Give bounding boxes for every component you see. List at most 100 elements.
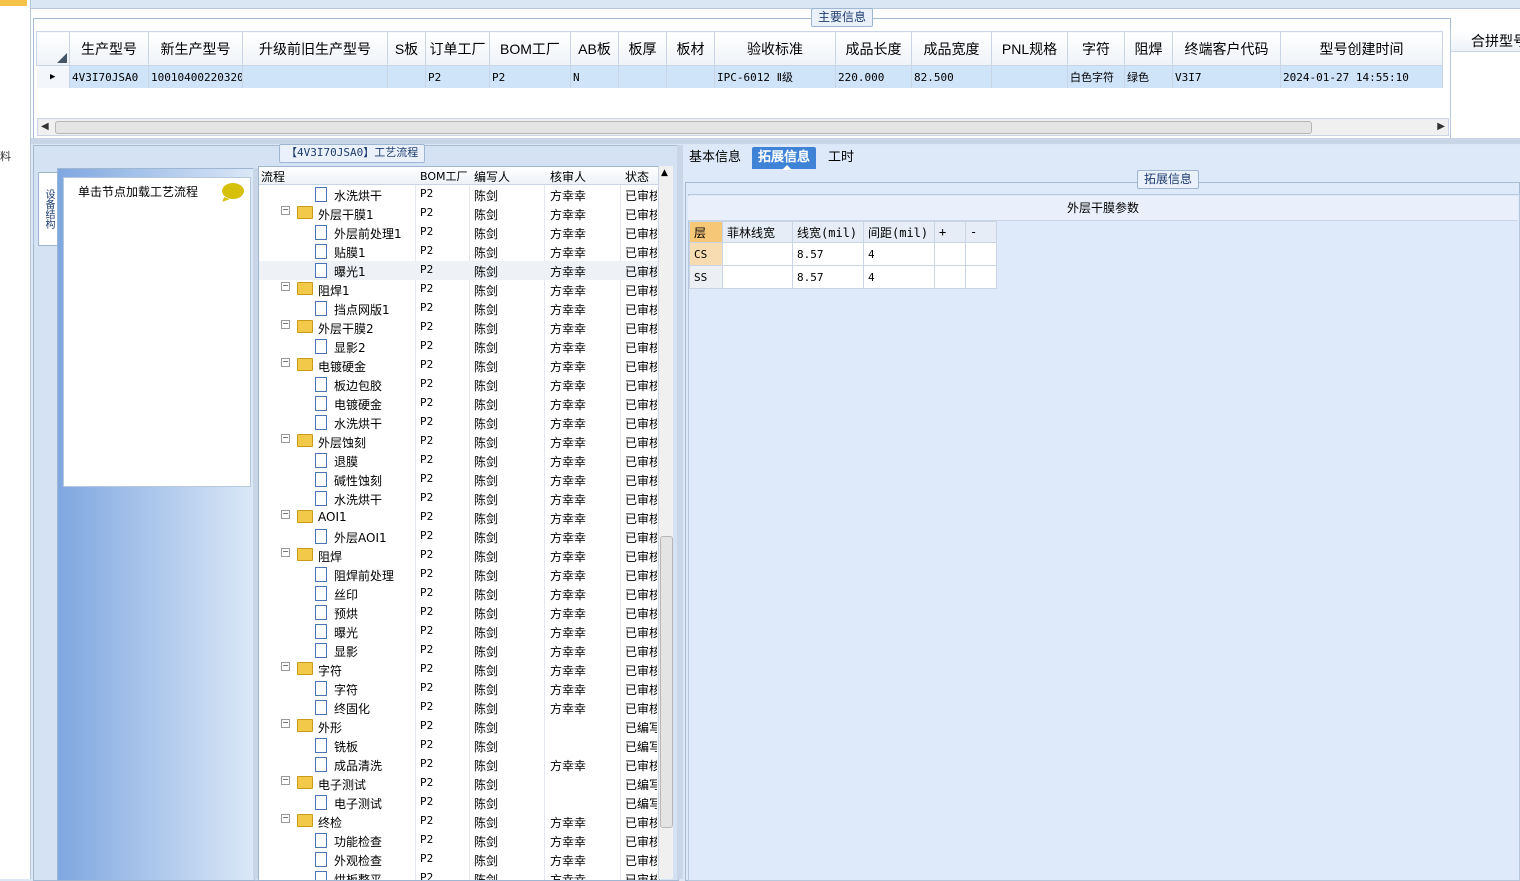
collapse-icon[interactable]: − [281,358,290,367]
column-header[interactable]: 字符 [1067,31,1125,66]
tree-row[interactable]: − 外形 P2 陈剑 已编写 [259,717,659,736]
table-cell[interactable] [991,65,1068,88]
ext-cell[interactable]: SS [689,265,723,289]
col-flow[interactable]: 流程 [261,168,285,185]
ext-column-header[interactable]: + [934,221,966,243]
ext-column-header[interactable]: 层 [689,221,723,243]
row-indicator-header[interactable] [36,31,70,66]
tab-1[interactable]: 拓展信息 [752,147,817,170]
ext-cell[interactable] [965,265,997,289]
tree-row[interactable]: 预烘 P2 陈剑 方幸幸 已审核 [259,603,659,622]
column-header[interactable]: 板材 [666,31,715,66]
side-tab-device-structure[interactable]: 设备结构 [38,172,57,246]
column-header[interactable]: 生产型号 [69,31,149,66]
tree-row[interactable]: 碱性蚀刻 P2 陈剑 方幸幸 已审核 [259,470,659,489]
collapse-icon[interactable]: − [281,719,290,728]
table-cell[interactable]: 绿色 [1124,65,1173,88]
tab-0[interactable]: 基本信息 [683,147,747,169]
ext-cell[interactable] [934,265,966,289]
collapse-icon[interactable]: − [281,282,290,291]
column-header[interactable]: BOM工厂 [489,31,571,66]
tree-row[interactable]: 贴膜1 P2 陈剑 方幸幸 已审核 [259,242,659,261]
table-cell[interactable] [242,65,388,88]
collapse-icon[interactable]: − [281,662,290,671]
collapse-icon[interactable]: − [281,814,290,823]
ext-cell[interactable]: CS [689,242,723,266]
tree-row[interactable]: 铣板 P2 陈剑 已编写 [259,736,659,755]
collapse-icon[interactable]: − [281,434,290,443]
col-reviewer[interactable]: 核审人 [550,168,586,185]
tree-row[interactable]: − 外层蚀刻 P2 陈剑 方幸幸 已审核 [259,432,659,451]
column-header[interactable]: 型号创建时间 [1280,31,1443,66]
ext-column-header[interactable]: 菲林线宽 [722,221,793,243]
tree-row[interactable]: 丝印 P2 陈剑 方幸幸 已审核 [259,584,659,603]
col-status[interactable]: 状态 [625,168,649,185]
col-bom[interactable]: BOM工厂 [420,168,468,184]
ext-cell[interactable]: 4 [863,242,935,266]
ext-column-header[interactable]: 间距(mil) [863,221,935,243]
scroll-left-icon[interactable]: ◀ [41,121,49,132]
table-row[interactable]: CS 8.57 4 [689,242,997,266]
node-box[interactable]: 单击节点加载工艺流程 [63,177,251,487]
row-indicator-icon[interactable]: ▶ [36,65,70,88]
table-cell[interactable]: P2 [489,65,571,88]
collapse-icon[interactable]: − [281,320,290,329]
tree-row[interactable]: 字符 P2 陈剑 方幸幸 已审核 [259,679,659,698]
column-header[interactable]: 订单工厂 [425,31,490,66]
column-header[interactable]: PNL规格 [991,31,1068,66]
collapse-icon[interactable]: − [281,776,290,785]
col-writer[interactable]: 编写人 [474,168,510,185]
table-cell[interactable]: 4V3I70JSA0 [69,65,149,88]
tree-row[interactable]: 水洗烘干 P2 陈剑 方幸幸 已审核 [259,185,659,204]
column-header[interactable]: 新生产型号 [148,31,243,66]
tree-row[interactable]: 电子测试 P2 陈剑 已编写 [259,793,659,812]
column-header[interactable]: 验收标准 [714,31,836,66]
column-header[interactable]: 成品宽度 [911,31,992,66]
vscroll-thumb[interactable] [660,536,673,828]
tree-row[interactable]: − AOI1 P2 陈剑 方幸幸 已审核 [259,508,659,527]
collapse-icon[interactable]: − [281,510,290,519]
table-cell[interactable]: P2 [425,65,490,88]
ext-cell[interactable]: 4 [863,265,935,289]
table-cell[interactable]: N [570,65,619,88]
tree-row[interactable]: 外层前处理1 P2 陈剑 方幸幸 已审核 [259,223,659,242]
table-row[interactable]: SS 8.57 4 [689,265,997,289]
ext-cell[interactable] [934,242,966,266]
ext-cell[interactable] [722,242,793,266]
ext-cell[interactable] [722,265,793,289]
column-header[interactable]: AB板 [570,31,619,66]
column-header[interactable]: 升级前旧生产型号 [242,31,388,66]
tab-2[interactable]: 工时 [822,147,860,169]
nav-tab-marker[interactable] [0,0,27,6]
tree-row[interactable]: 板边包胶 P2 陈剑 方幸幸 已审核 [259,375,659,394]
tree-row[interactable]: 曝光 P2 陈剑 方幸幸 已审核 [259,622,659,641]
tree-row[interactable]: − 电子测试 P2 陈剑 已编写 [259,774,659,793]
ext-column-header[interactable]: 线宽(mil) [792,221,864,243]
tree-row[interactable]: 显影2 P2 陈剑 方幸幸 已审核 [259,337,659,356]
tree-row[interactable]: 曝光1 P2 陈剑 方幸幸 已审核 [259,261,659,280]
table-cell[interactable]: 82.500 [911,65,992,88]
tree-row[interactable]: 外层AOI1 P2 陈剑 方幸幸 已审核 [259,527,659,546]
tree-row[interactable]: − 阻焊1 P2 陈剑 方幸幸 已审核 [259,280,659,299]
ext-cell[interactable] [965,242,997,266]
table-cell[interactable]: 10010400220320 [148,65,243,88]
table-cell[interactable]: V3I7 [1172,65,1281,88]
tree-row[interactable]: − 外层干膜1 P2 陈剑 方幸幸 已审核 [259,204,659,223]
column-header[interactable]: 板厚 [618,31,667,66]
column-header[interactable]: 终端客户代码 [1172,31,1281,66]
tree-row[interactable]: 外观检查 P2 陈剑 方幸幸 已审核 [259,850,659,869]
tree-row[interactable]: 退膜 P2 陈剑 方幸幸 已审核 [259,451,659,470]
tree-row[interactable]: 终固化 P2 陈剑 方幸幸 已审核 [259,698,659,717]
collapse-icon[interactable]: − [281,548,290,557]
main-table-hscroll[interactable]: ◀ ▶ [37,118,1449,136]
horizontal-splitter[interactable] [31,138,1520,144]
tree-row[interactable]: 功能检查 P2 陈剑 方幸幸 已审核 [259,831,659,850]
table-cell[interactable] [618,65,667,88]
ext-cell[interactable]: 8.57 [792,242,864,266]
tree-row[interactable]: − 外层干膜2 P2 陈剑 方幸幸 已审核 [259,318,659,337]
table-cell[interactable]: 220.000 [835,65,912,88]
table-cell[interactable]: 白色字符 [1067,65,1125,88]
column-header[interactable]: S板 [387,31,426,66]
ext-column-header[interactable]: - [965,221,997,243]
tree-row[interactable]: 水洗烘干 P2 陈剑 方幸幸 已审核 [259,489,659,508]
